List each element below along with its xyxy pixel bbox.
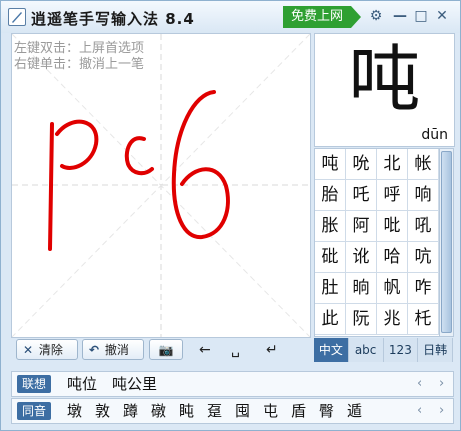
candidate-cell[interactable]: 北 [377, 149, 408, 180]
input-mode-tabs: 中文 abc 123 日韩 [314, 338, 453, 362]
association-prev-icon[interactable]: ‹ [417, 375, 422, 393]
candidate-cell[interactable]: 吼 [408, 211, 439, 242]
homophone-word[interactable]: 囤 [235, 401, 250, 421]
candidate-cell[interactable]: 吭 [408, 242, 439, 273]
homophone-word[interactable]: 盹 [179, 401, 194, 421]
candidate-cell[interactable]: 吮 [346, 149, 377, 180]
left-arrow-icon[interactable]: ← [199, 340, 211, 360]
homophone-word[interactable]: 屯 [263, 401, 278, 421]
clear-icon: ✕ [22, 343, 34, 357]
preview-character: 吨 [348, 37, 421, 121]
homophone-next-icon[interactable]: › [439, 402, 444, 420]
candidate-cell[interactable]: 吒 [346, 180, 377, 211]
canvas-toolbar: ✕ 清除 ↶ 撤消 📷 ← ␣ ↵ [11, 338, 311, 362]
homophone-tag: 同音 [17, 402, 51, 420]
candidate-cell[interactable]: 胎 [315, 180, 346, 211]
mode-123[interactable]: 123 [383, 338, 419, 362]
homophone-word[interactable]: 盾 [291, 401, 306, 421]
candidate-cell[interactable]: 此 [315, 304, 346, 335]
handwriting-strokes [48, 90, 230, 251]
candidate-cell[interactable]: 肚 [315, 273, 346, 304]
minimize-icon[interactable]: — [391, 7, 409, 25]
homophone-word[interactable]: 趸 [207, 401, 222, 421]
association-bar: 联想 吨位 吨公里 ‹ › [11, 371, 454, 397]
maximize-icon[interactable]: □ [412, 7, 430, 25]
candidate-grid: 吨 吮 北 帐 胎 吒 呼 响 胀 阿 吡 吼 砒 讹 哈 吭 肚 晌 帆 咋 … [314, 148, 440, 337]
gear-icon[interactable]: ⚙ [367, 7, 385, 25]
mode-abc[interactable]: abc [348, 338, 384, 362]
candidate-cell[interactable]: 兆 [377, 304, 408, 335]
scrollbar-thumb[interactable] [441, 151, 452, 333]
association-tag: 联想 [17, 375, 51, 393]
homophone-word[interactable]: 墩 [67, 401, 82, 421]
candidate-scrollbar[interactable] [439, 148, 454, 337]
close-icon[interactable]: ✕ [433, 7, 451, 25]
candidate-cell[interactable]: 晌 [346, 273, 377, 304]
candidate-cell[interactable]: 阿 [346, 211, 377, 242]
candidate-cell[interactable]: 响 [408, 180, 439, 211]
homophone-word[interactable]: 礅 [151, 401, 166, 421]
candidate-cell[interactable]: 帐 [408, 149, 439, 180]
app-window: 逍遥笔手写输入法 8.4 免费上网 ⚙ — □ ✕ 左键双击：上屏首选项 右键单… [0, 0, 461, 431]
undo-icon: ↶ [88, 343, 100, 357]
candidate-cell[interactable]: 阮 [346, 304, 377, 335]
enter-icon[interactable]: ↵ [266, 340, 278, 360]
title-bar[interactable]: 逍遥笔手写输入法 8.4 免费上网 ⚙ — □ ✕ [1, 1, 460, 33]
candidate-cell[interactable]: 砒 [315, 242, 346, 273]
window-title: 逍遥笔手写输入法 8.4 [31, 10, 195, 28]
character-preview: 吨 dūn [314, 33, 455, 147]
mode-japanese-korean[interactable]: 日韩 [418, 338, 453, 362]
candidate-cell[interactable]: 帆 [377, 273, 408, 304]
candidate-cell[interactable]: 吡 [377, 211, 408, 242]
undo-button[interactable]: ↶ 撤消 [82, 339, 144, 360]
camera-icon: 📷 [158, 343, 174, 357]
homophone-word[interactable]: 遁 [347, 401, 362, 421]
space-icon[interactable]: ␣ [231, 340, 240, 360]
undo-button-label: 撤消 [104, 343, 129, 357]
clear-button[interactable]: ✕ 清除 [16, 339, 78, 360]
handwriting-canvas[interactable]: 左键双击：上屏首选项 右键单击：撤消上一笔 [11, 33, 311, 338]
homophone-word[interactable]: 蹲 [123, 401, 138, 421]
association-word[interactable]: 吨公里 [112, 374, 157, 394]
candidate-cell[interactable]: 胀 [315, 211, 346, 242]
association-next-icon[interactable]: › [439, 375, 444, 393]
association-word[interactable]: 吨位 [67, 374, 97, 394]
candidate-cell[interactable]: 吨 [315, 149, 346, 180]
mode-chinese[interactable]: 中文 [314, 338, 349, 362]
candidate-cell[interactable]: 哈 [377, 242, 408, 273]
candidate-cell[interactable]: 呼 [377, 180, 408, 211]
homophone-bar: 同音 墩 敦 蹲 礅 盹 趸 囤 屯 盾 臀 遁 ‹ › [11, 398, 454, 424]
free-online-button[interactable]: 免费上网 [283, 6, 361, 28]
homophone-prev-icon[interactable]: ‹ [417, 402, 422, 420]
camera-button[interactable]: 📷 [149, 339, 183, 360]
app-icon [8, 8, 26, 26]
homophone-word[interactable]: 敦 [95, 401, 110, 421]
candidate-cell[interactable]: 杔 [408, 304, 439, 335]
candidate-cell[interactable]: 咋 [408, 273, 439, 304]
homophone-word[interactable]: 臀 [319, 401, 334, 421]
preview-pinyin: dūn [421, 127, 448, 143]
candidate-cell[interactable]: 讹 [346, 242, 377, 273]
clear-button-label: 清除 [38, 343, 63, 357]
